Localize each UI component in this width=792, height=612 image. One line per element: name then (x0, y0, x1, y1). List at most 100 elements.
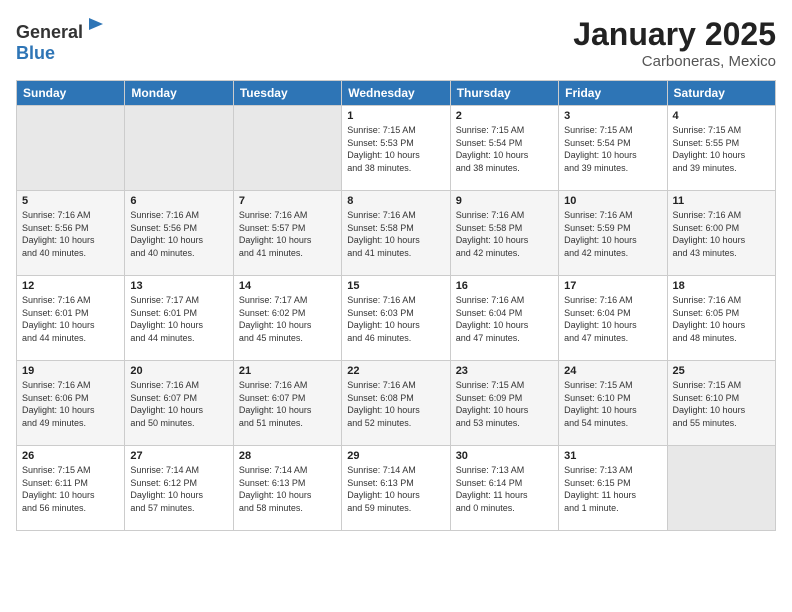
day-info: Sunrise: 7:15 AM Sunset: 5:53 PM Dayligh… (347, 124, 444, 174)
day-number: 6 (130, 195, 227, 207)
calendar-table: SundayMondayTuesdayWednesdayThursdayFrid… (16, 80, 776, 531)
location-title: Carboneras, Mexico (573, 53, 776, 70)
calendar-day-cell: 21Sunrise: 7:16 AM Sunset: 6:07 PM Dayli… (233, 361, 341, 446)
logo-blue: Blue (16, 43, 55, 63)
calendar-day-cell: 12Sunrise: 7:16 AM Sunset: 6:01 PM Dayli… (17, 276, 125, 361)
calendar-week-row: 1Sunrise: 7:15 AM Sunset: 5:53 PM Daylig… (17, 106, 776, 191)
calendar-day-cell: 5 Sunrise: 7:16 AM Sunset: 5:56 PM Daylig… (17, 191, 125, 276)
day-info: Sunrise: 7:15 AM Sunset: 6:10 PM Dayligh… (564, 379, 661, 429)
day-number: 3 (564, 110, 661, 122)
calendar-day-cell (233, 106, 341, 191)
calendar-day-cell: 7 Sunrise: 7:16 AM Sunset: 5:57 PM Daylig… (233, 191, 341, 276)
day-info: Sunrise: 7:16 AM Sunset: 6:03 PM Dayligh… (347, 294, 444, 344)
day-info: Sunrise: 7:16 AM Sunset: 6:00 PM Dayligh… (673, 209, 770, 259)
day-number: 29 (347, 450, 444, 462)
day-number: 5 (22, 195, 119, 207)
day-number: 28 (239, 450, 336, 462)
day-info: Sunrise: 7:15 AM Sunset: 5:55 PM Dayligh… (673, 124, 770, 174)
day-number: 8 (347, 195, 444, 207)
day-number: 24 (564, 365, 661, 377)
calendar-day-cell: 19 Sunrise: 7:16 AM Sunset: 6:06 PM Dayli… (17, 361, 125, 446)
day-number: 13 (130, 280, 227, 292)
day-number: 27 (130, 450, 227, 462)
calendar-day-cell: 31 Sunrise: 7:13 AM Sunset: 6:15 PM Dayli… (559, 446, 667, 531)
calendar-day-cell: 17Sunrise: 7:16 AM Sunset: 6:04 PM Dayli… (559, 276, 667, 361)
logo-flag-icon (85, 16, 107, 38)
day-of-week-header: Tuesday (233, 81, 341, 106)
calendar-day-cell: 11 Sunrise: 7:16 AM Sunset: 6:00 PM Dayli… (667, 191, 775, 276)
calendar-header-row: SundayMondayTuesdayWednesdayThursdayFrid… (17, 81, 776, 106)
day-number: 11 (673, 195, 770, 207)
page-header: General Blue January 2025 Carboneras, Me… (16, 16, 776, 70)
day-number: 25 (673, 365, 770, 377)
calendar-week-row: 5 Sunrise: 7:16 AM Sunset: 5:56 PM Daylig… (17, 191, 776, 276)
day-info: Sunrise: 7:15 AM Sunset: 5:54 PM Dayligh… (456, 124, 553, 174)
logo-general: General (16, 22, 83, 42)
day-info: Sunrise: 7:13 AM Sunset: 6:14 PM Dayligh… (456, 464, 553, 514)
day-info: Sunrise: 7:13 AM Sunset: 6:15 PM Dayligh… (564, 464, 661, 514)
month-title: January 2025 (573, 16, 776, 53)
day-info: Sunrise: 7:16 AM Sunset: 6:04 PM Dayligh… (456, 294, 553, 344)
calendar-day-cell: 10 Sunrise: 7:16 AM Sunset: 5:59 PM Dayli… (559, 191, 667, 276)
day-number: 22 (347, 365, 444, 377)
day-of-week-header: Saturday (667, 81, 775, 106)
calendar-day-cell: 2 Sunrise: 7:15 AM Sunset: 5:54 PM Daylig… (450, 106, 558, 191)
day-number: 31 (564, 450, 661, 462)
title-block: January 2025 Carboneras, Mexico (573, 16, 776, 70)
calendar-week-row: 19 Sunrise: 7:16 AM Sunset: 6:06 PM Dayli… (17, 361, 776, 446)
calendar-day-cell: 4 Sunrise: 7:15 AM Sunset: 5:55 PM Daylig… (667, 106, 775, 191)
day-of-week-header: Thursday (450, 81, 558, 106)
calendar-week-row: 12Sunrise: 7:16 AM Sunset: 6:01 PM Dayli… (17, 276, 776, 361)
day-number: 26 (22, 450, 119, 462)
day-number: 10 (564, 195, 661, 207)
calendar-day-cell: 18 Sunrise: 7:16 AM Sunset: 6:05 PM Dayli… (667, 276, 775, 361)
day-info: Sunrise: 7:17 AM Sunset: 6:01 PM Dayligh… (130, 294, 227, 344)
day-number: 19 (22, 365, 119, 377)
day-number: 2 (456, 110, 553, 122)
calendar-day-cell (17, 106, 125, 191)
day-number: 14 (239, 280, 336, 292)
calendar-day-cell: 23 Sunrise: 7:15 AM Sunset: 6:09 PM Dayli… (450, 361, 558, 446)
day-number: 23 (456, 365, 553, 377)
calendar-day-cell: 9Sunrise: 7:16 AM Sunset: 5:58 PM Daylig… (450, 191, 558, 276)
day-info: Sunrise: 7:15 AM Sunset: 6:09 PM Dayligh… (456, 379, 553, 429)
day-info: Sunrise: 7:15 AM Sunset: 6:11 PM Dayligh… (22, 464, 119, 514)
day-info: Sunrise: 7:16 AM Sunset: 6:08 PM Dayligh… (347, 379, 444, 429)
calendar-day-cell: 3 Sunrise: 7:15 AM Sunset: 5:54 PM Daylig… (559, 106, 667, 191)
logo-text: General Blue (16, 16, 107, 64)
day-number: 16 (456, 280, 553, 292)
day-info: Sunrise: 7:16 AM Sunset: 5:59 PM Dayligh… (564, 209, 661, 259)
day-of-week-header: Sunday (17, 81, 125, 106)
day-info: Sunrise: 7:16 AM Sunset: 5:56 PM Dayligh… (22, 209, 119, 259)
calendar-day-cell: 20Sunrise: 7:16 AM Sunset: 6:07 PM Dayli… (125, 361, 233, 446)
calendar-day-cell: 6Sunrise: 7:16 AM Sunset: 5:56 PM Daylig… (125, 191, 233, 276)
day-info: Sunrise: 7:16 AM Sunset: 6:04 PM Dayligh… (564, 294, 661, 344)
calendar-day-cell: 22 Sunrise: 7:16 AM Sunset: 6:08 PM Dayli… (342, 361, 450, 446)
day-of-week-header: Friday (559, 81, 667, 106)
calendar-day-cell: 15 Sunrise: 7:16 AM Sunset: 6:03 PM Dayli… (342, 276, 450, 361)
day-number: 30 (456, 450, 553, 462)
day-of-week-header: Wednesday (342, 81, 450, 106)
day-of-week-header: Monday (125, 81, 233, 106)
day-info: Sunrise: 7:16 AM Sunset: 6:06 PM Dayligh… (22, 379, 119, 429)
day-number: 18 (673, 280, 770, 292)
day-info: Sunrise: 7:17 AM Sunset: 6:02 PM Dayligh… (239, 294, 336, 344)
day-number: 4 (673, 110, 770, 122)
calendar-day-cell: 1Sunrise: 7:15 AM Sunset: 5:53 PM Daylig… (342, 106, 450, 191)
calendar-day-cell: 8Sunrise: 7:16 AM Sunset: 5:58 PM Daylig… (342, 191, 450, 276)
calendar-week-row: 26 Sunrise: 7:15 AM Sunset: 6:11 PM Dayli… (17, 446, 776, 531)
day-number: 15 (347, 280, 444, 292)
day-info: Sunrise: 7:14 AM Sunset: 6:13 PM Dayligh… (347, 464, 444, 514)
calendar-day-cell (667, 446, 775, 531)
day-info: Sunrise: 7:16 AM Sunset: 5:57 PM Dayligh… (239, 209, 336, 259)
day-number: 7 (239, 195, 336, 207)
calendar-day-cell: 26 Sunrise: 7:15 AM Sunset: 6:11 PM Dayli… (17, 446, 125, 531)
day-number: 9 (456, 195, 553, 207)
day-info: Sunrise: 7:14 AM Sunset: 6:12 PM Dayligh… (130, 464, 227, 514)
calendar-day-cell: 14 Sunrise: 7:17 AM Sunset: 6:02 PM Dayli… (233, 276, 341, 361)
calendar-day-cell: 29 Sunrise: 7:14 AM Sunset: 6:13 PM Dayli… (342, 446, 450, 531)
calendar-day-cell: 16 Sunrise: 7:16 AM Sunset: 6:04 PM Dayli… (450, 276, 558, 361)
day-info: Sunrise: 7:16 AM Sunset: 6:07 PM Dayligh… (130, 379, 227, 429)
day-info: Sunrise: 7:15 AM Sunset: 5:54 PM Dayligh… (564, 124, 661, 174)
day-info: Sunrise: 7:16 AM Sunset: 6:05 PM Dayligh… (673, 294, 770, 344)
